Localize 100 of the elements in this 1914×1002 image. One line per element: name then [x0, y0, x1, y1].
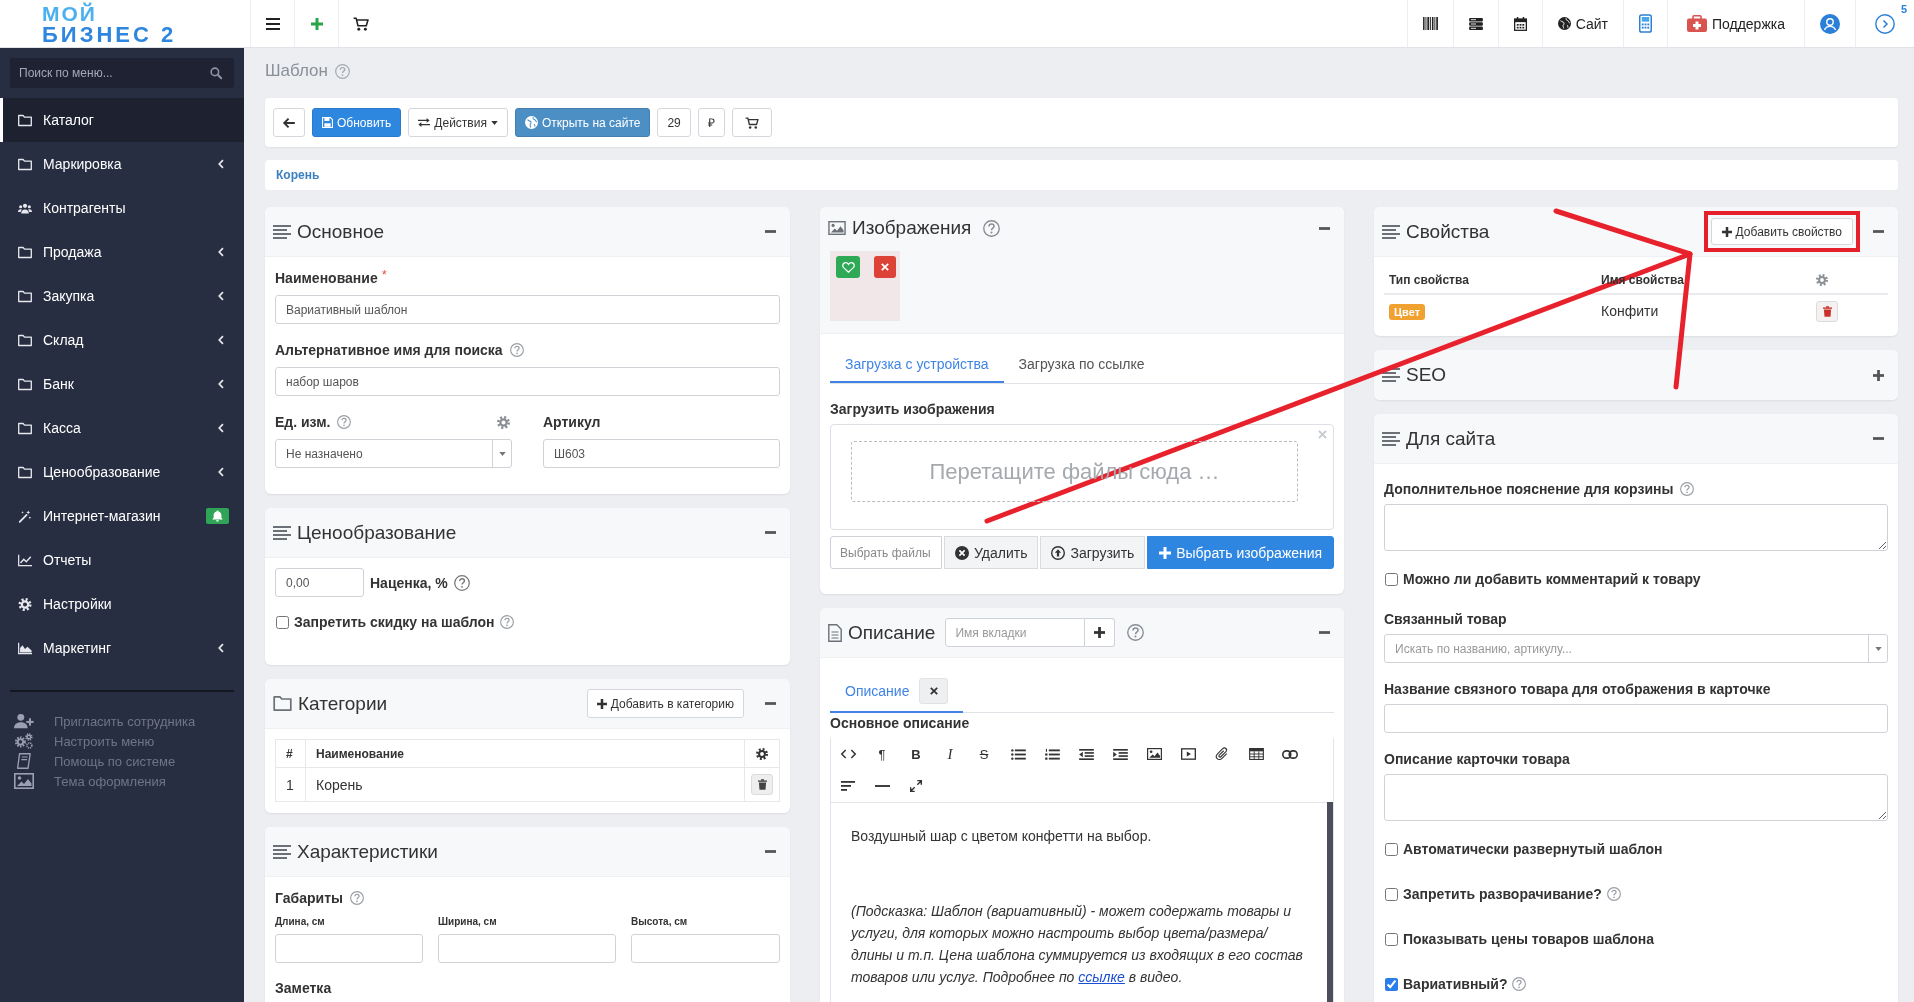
text-field[interactable]: Вариативный шаблон	[275, 295, 780, 324]
help-icon[interactable]	[499, 615, 514, 629]
trash-icon	[757, 779, 767, 790]
breadcrumb-link[interactable]: Корень	[276, 168, 320, 182]
site-link[interactable]: Сайт	[1541, 0, 1623, 47]
plus-icon	[1159, 546, 1172, 559]
cart-button[interactable]	[731, 108, 772, 137]
menu-item[interactable]: Маркетинг	[0, 626, 244, 670]
menu-item[interactable]: Маркировка	[0, 142, 244, 186]
panel-title: Категории	[298, 692, 388, 715]
gear-icon[interactable]	[756, 747, 768, 760]
help-icon[interactable]	[509, 343, 524, 357]
checkbox-label: Можно ли добавить комментарий к товару	[1403, 571, 1701, 587]
first-aid-icon	[1686, 15, 1707, 32]
tab[interactable]: Загрузка с устройства	[830, 346, 1004, 383]
help-icon[interactable]	[453, 574, 470, 591]
checkbox-label: Запретить скидку на шаблон	[294, 614, 495, 630]
globe-icon	[524, 116, 538, 129]
checkbox[interactable]	[276, 615, 289, 629]
caret-icon	[498, 451, 506, 456]
unit-dropdown[interactable]: Не назначено	[275, 439, 512, 468]
italic-button[interactable]: I	[933, 738, 967, 770]
search-field[interactable]: Поиск по меню...	[10, 58, 234, 88]
checkbox[interactable]	[1385, 932, 1398, 946]
bold-button[interactable]: B	[899, 738, 933, 770]
help-icon[interactable]	[1606, 887, 1621, 901]
link-icon	[1282, 749, 1298, 759]
text-field[interactable]	[438, 934, 616, 963]
lines-icon	[273, 525, 291, 540]
help-icon[interactable]	[349, 891, 364, 905]
tab[interactable]: Загрузка по ссылке	[1003, 346, 1160, 383]
menu-item[interactable]: Ценообразование	[0, 450, 244, 494]
file-field[interactable]: Выбрать файлы	[830, 536, 942, 569]
markup-field[interactable]: 0,00	[275, 568, 364, 597]
video-icon	[1180, 748, 1196, 760]
add-category-button[interactable]: Добавить в категорию	[586, 689, 744, 718]
delete-image-button[interactable]	[874, 256, 896, 278]
choose-images-button[interactable]: Выбрать изображения	[1147, 536, 1334, 569]
checkbox-label: Автоматически развернутый шаблон	[1403, 841, 1663, 857]
add-tab-button[interactable]	[1085, 618, 1116, 647]
menu-item[interactable]: Интернет-магазин	[0, 494, 244, 538]
checkbox[interactable]	[1385, 977, 1398, 991]
checkbox-label: Запретить разворачивание?	[1403, 886, 1602, 902]
field-label: Наценка, %	[370, 574, 448, 591]
text-field[interactable]	[1384, 704, 1888, 733]
folder-icon	[273, 696, 292, 711]
tab-name-field[interactable]: Имя вкладки	[945, 618, 1086, 647]
menu-item[interactable]: Закупка	[0, 274, 244, 318]
toolbar-button[interactable]: 29	[657, 108, 691, 137]
back-button[interactable]	[273, 108, 305, 137]
upload-button[interactable]: Загрузить	[1040, 536, 1146, 569]
minus-icon[interactable]	[1319, 226, 1330, 230]
checkbox[interactable]	[1385, 842, 1398, 856]
menu-item[interactable]: Контрагенты	[0, 186, 244, 230]
notifications-button[interactable]: 5	[1855, 0, 1914, 47]
help-icon[interactable]	[1127, 624, 1145, 641]
main-image-button[interactable]	[836, 256, 860, 278]
support-link[interactable]: Поддержка	[1666, 0, 1804, 47]
field-label: Ед. изм.	[275, 414, 331, 430]
remove-button[interactable]: Удалить	[944, 536, 1039, 569]
plus-icon[interactable]	[1873, 369, 1884, 381]
actions-dropdown[interactable]: Действия	[408, 108, 508, 137]
menu-item[interactable]: Продажа	[0, 230, 244, 274]
help-icon[interactable]	[1680, 482, 1695, 496]
panel-title: SEO	[1406, 364, 1447, 386]
checkbox[interactable]	[1385, 887, 1398, 901]
delete-button[interactable]	[1816, 300, 1838, 322]
image-icon	[14, 773, 34, 789]
delete-button[interactable]	[751, 774, 773, 795]
lines-icon	[1382, 224, 1400, 239]
help-icon[interactable]	[337, 415, 352, 429]
paragraph-button[interactable]: ¶	[865, 738, 899, 770]
strikethrough-button[interactable]: S	[967, 738, 1001, 770]
tab[interactable]: Описание	[830, 670, 964, 713]
menu-item[interactable]: Отчеты	[0, 538, 244, 582]
add-property-button[interactable]: Добавить свойство	[1710, 218, 1853, 245]
text-field[interactable]	[275, 934, 423, 963]
text-field[interactable]: Ш603	[543, 439, 780, 468]
text-field[interactable]	[631, 934, 780, 963]
calendar-icon	[1513, 16, 1527, 31]
text-field[interactable]: набор шаров	[275, 367, 780, 396]
menu-item[interactable]: Банк	[0, 362, 244, 406]
folder-icon	[18, 377, 32, 391]
panel-title: Для сайта	[1406, 427, 1496, 450]
menu-item[interactable]: Каталог	[0, 98, 244, 142]
notification-count: 5	[1900, 3, 1907, 15]
field-label: Заметка	[275, 979, 333, 998]
menu-item[interactable]: Настройки	[0, 582, 244, 626]
checkbox[interactable]	[1385, 572, 1398, 586]
close-tab-button[interactable]	[919, 677, 949, 704]
help-icon[interactable]	[1512, 977, 1527, 991]
toolbar-button[interactable]: ₽	[697, 108, 725, 137]
save-button[interactable]: Обновить	[312, 108, 402, 137]
video-link[interactable]: ссылке	[1078, 969, 1125, 985]
menu-item[interactable]: Склад	[0, 318, 244, 362]
x-circle-icon	[955, 545, 969, 560]
menu-item[interactable]: Касса	[0, 406, 244, 450]
column-header: Тип свойства	[1384, 266, 1596, 294]
help-icon[interactable]	[983, 219, 1001, 237]
gear-icon	[18, 597, 32, 611]
